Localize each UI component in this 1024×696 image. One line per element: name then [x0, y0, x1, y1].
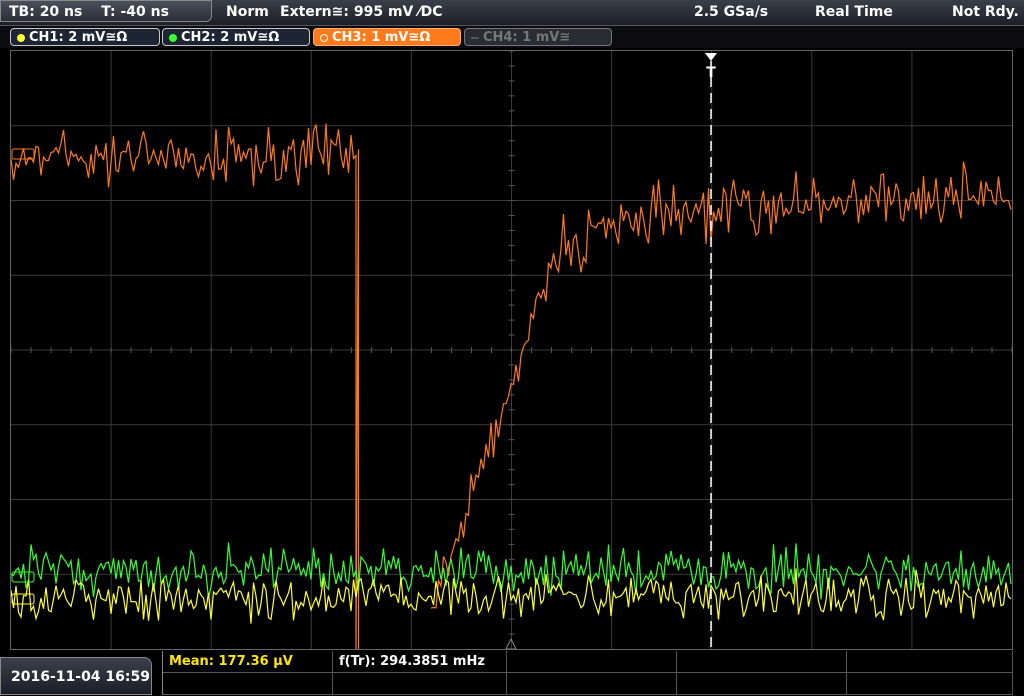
measurement-row — [163, 673, 1013, 695]
measurement-slot-5[interactable] — [847, 651, 1013, 672]
mean-measurement[interactable]: Mean: 177.36 µV — [163, 651, 333, 672]
channel-1-dot-icon — [17, 34, 25, 42]
trigger-marker-label: T — [706, 65, 716, 81]
bottom-bar: 2016-11-04 16:59 Mean: 177.36 µV f(Tr): … — [0, 651, 1024, 695]
channel-2-tab[interactable]: CH2: 2 mV≅Ω — [162, 28, 310, 46]
measurement-slot-3[interactable] — [507, 651, 677, 672]
datetime-box: 2016-11-04 16:59 — [0, 657, 152, 695]
trigger-mode[interactable]: Norm — [226, 0, 269, 24]
graticule — [10, 50, 1013, 649]
channel-bar: CH1: 2 mV≅Ω CH2: 2 mV≅Ω CH3: 1 mV≅Ω CH4:… — [0, 26, 1024, 48]
measurement-slot-7[interactable] — [333, 673, 507, 694]
frequency-measurement[interactable]: f(Tr): 294.3851 mHz — [333, 651, 507, 672]
measurement-panel[interactable]: Mean: 177.36 µV f(Tr): 294.3851 mHz — [162, 651, 1013, 695]
waveform-display[interactable]: T — [10, 50, 1013, 652]
channel-3-dot-icon — [320, 34, 328, 42]
trigger-marker-icon — [705, 53, 717, 61]
acquisition-status: Not Rdy. — [952, 4, 1019, 20]
channel-3-trace — [10, 123, 360, 652]
channel-3-tab[interactable]: CH3: 1 mV≅Ω — [313, 28, 461, 46]
channel-2-label: CH2: 2 mV≅Ω — [181, 30, 280, 45]
channel-4-dash-icon — [471, 37, 479, 39]
channel-2-dot-icon — [169, 34, 177, 42]
channel-4-label: CH4: 1 mV≅ — [483, 30, 571, 45]
timebase-label: TB: 20 ns — [9, 4, 83, 20]
measurement-slot-4[interactable] — [677, 651, 847, 672]
measurement-slot-6[interactable] — [163, 673, 333, 694]
channel-3-trace — [430, 161, 1012, 609]
top-status-bar: TB: 20 ns T: -40 ns Norm Extern≅: 995 mV… — [0, 0, 1024, 26]
measurement-slot-8[interactable] — [507, 673, 677, 694]
channel-1-label: CH1: 2 mV≅Ω — [29, 30, 128, 45]
channel-4-tab[interactable]: CH4: 1 mV≅ — [464, 28, 612, 46]
trigger-source[interactable]: Extern≅: 995 mV ⁄DC — [280, 0, 442, 24]
waveform-canvas: T — [10, 50, 1013, 652]
channel-3-label: CH3: 1 mV≅Ω — [332, 30, 431, 45]
channel-1-tab[interactable]: CH1: 2 mV≅Ω — [10, 28, 160, 46]
measurement-row: Mean: 177.36 µV f(Tr): 294.3851 mHz — [163, 651, 1013, 673]
timebase-box[interactable]: TB: 20 ns T: -40 ns — [0, 0, 212, 22]
sample-rate: 2.5 GSa/s — [694, 4, 769, 20]
trigger-offset-label: T: -40 ns — [101, 4, 169, 20]
measurement-slot-9[interactable] — [677, 673, 847, 694]
channel-2-level-marker-icon — [11, 571, 35, 583]
acquisition-mode: Real Time — [815, 4, 893, 20]
measurement-slot-10[interactable] — [847, 673, 1013, 694]
